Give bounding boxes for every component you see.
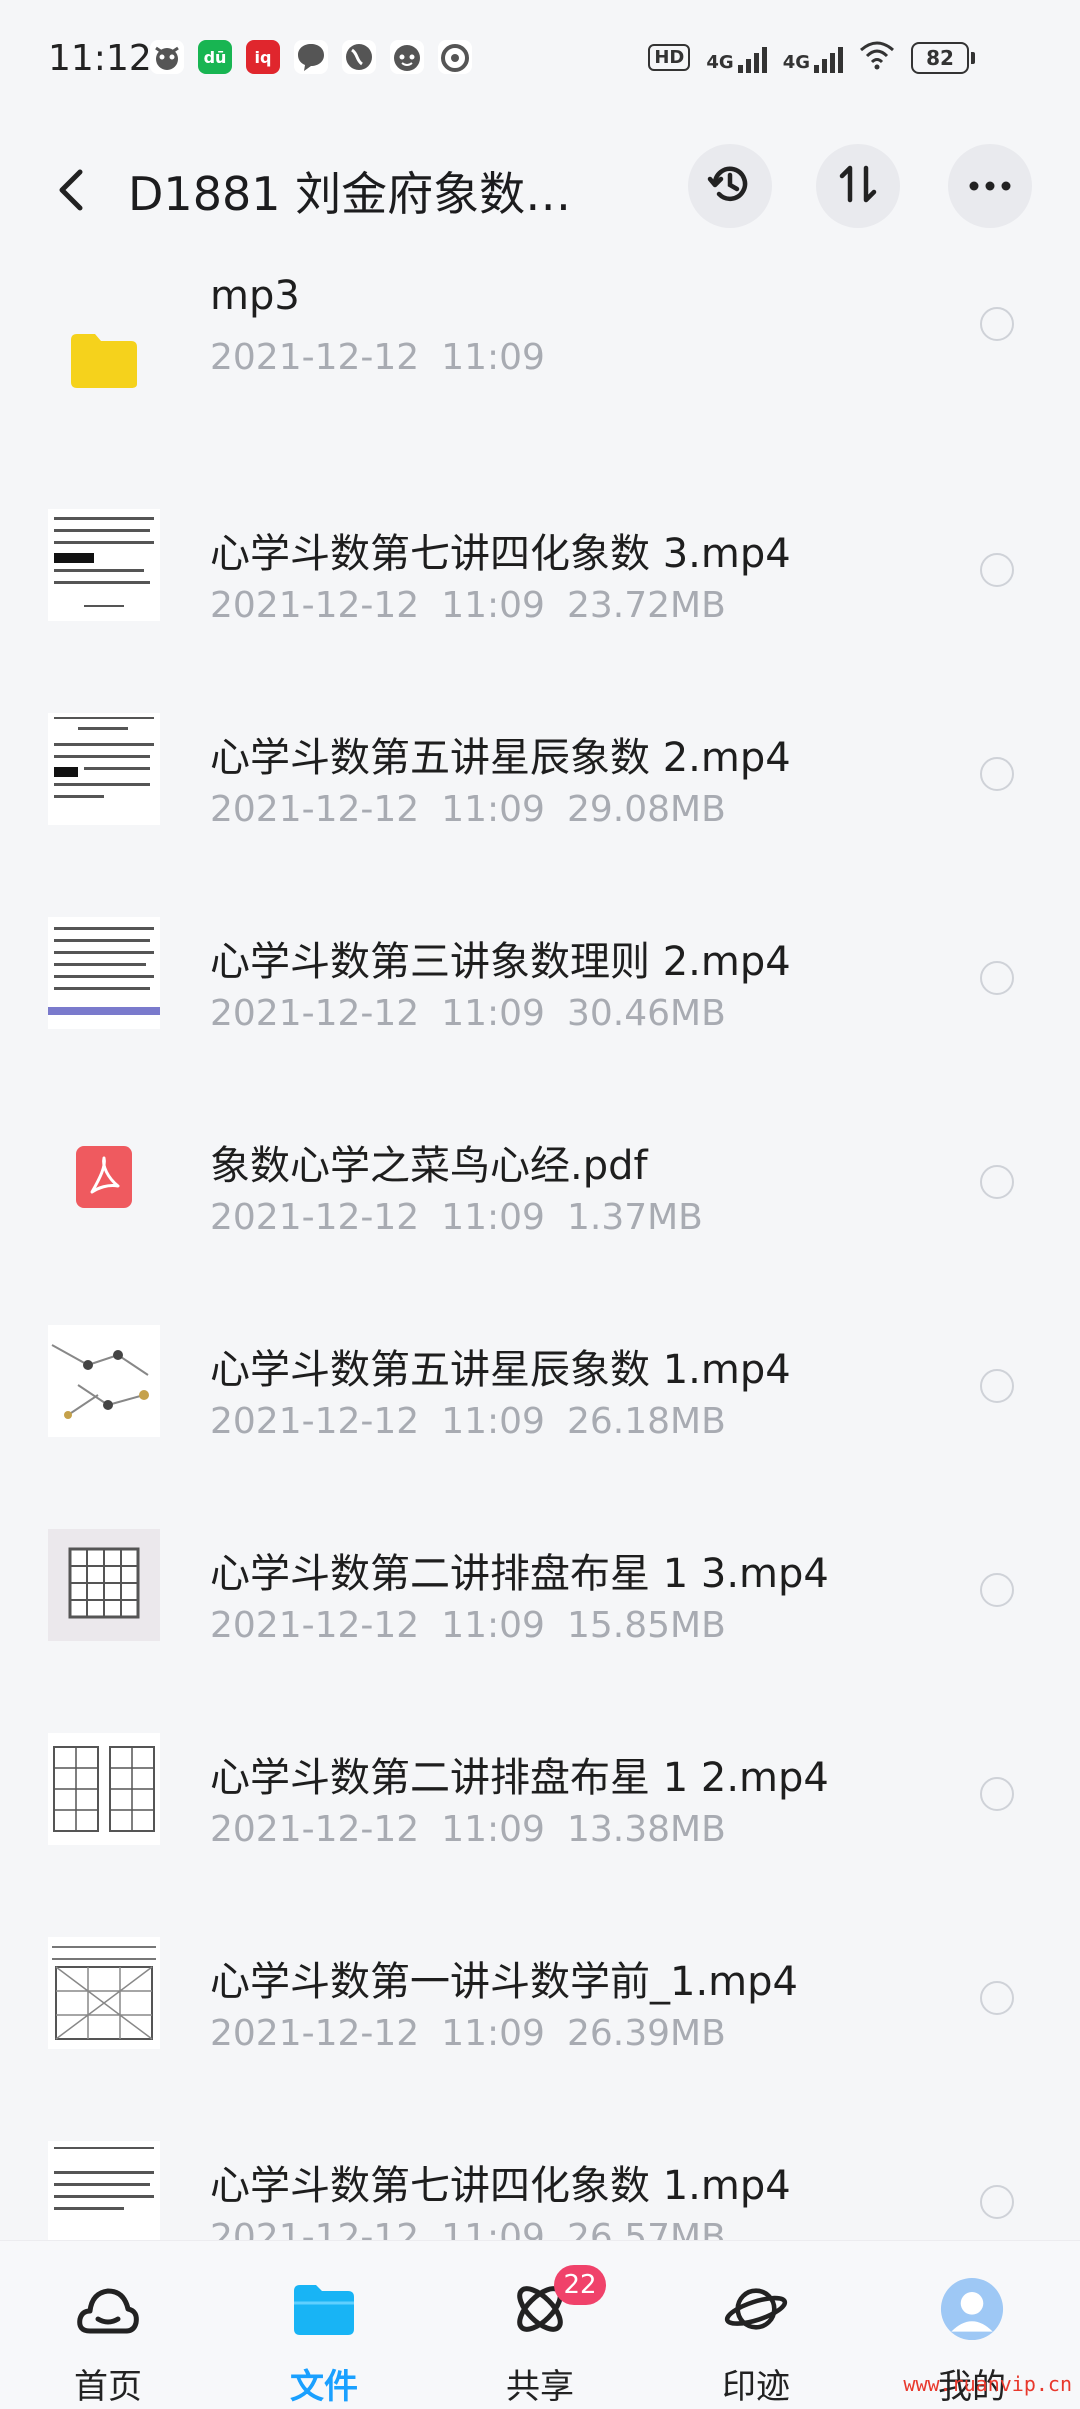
battery-icon: 82 <box>911 41 975 74</box>
sort-button[interactable] <box>816 144 900 228</box>
file-name: 心学斗数第一讲斗数学前_1.mp4 <box>210 1959 798 2005</box>
file-name: 心学斗数第二讲排盘布星 1 3.mp4 <box>210 1551 829 1597</box>
video-thumbnail <box>48 1529 160 1641</box>
file-meta: 2021-12-12 11:09 29.08MB <box>210 789 726 830</box>
planet-icon <box>724 2277 788 2341</box>
file-name: 心学斗数第五讲星辰象数 1.mp4 <box>210 1347 791 1393</box>
video-thumbnail <box>48 713 160 825</box>
file-meta: 2021-12-12 11:09 13.38MB <box>210 1809 726 1850</box>
signal-icon <box>814 43 843 73</box>
home-cloud-icon <box>76 2277 140 2341</box>
status-time: 11:12 <box>48 38 152 79</box>
wifi-icon <box>859 40 895 75</box>
video-thumbnail <box>48 2141 160 2253</box>
swirl-icon <box>438 40 472 74</box>
history-icon <box>705 159 755 213</box>
file-name: 心学斗数第七讲四化象数 1.mp4 <box>210 2163 791 2209</box>
file-meta: 2021-12-12 11:09 26.39MB <box>210 2013 726 2054</box>
video-thumbnail <box>48 509 160 621</box>
top-bar: D1881 刘金府象数… <box>0 128 1080 258</box>
net-4g-1: 4G <box>706 43 767 73</box>
tab-traces[interactable]: 印迹 <box>648 2241 864 2409</box>
more-icon <box>968 177 1012 196</box>
avatar-icon <box>940 2277 1004 2341</box>
list-item[interactable]: 心学斗数第二讲排盘布星 1 3.mp4 2021-12-12 11:09 15.85… <box>0 1479 1080 1683</box>
list-item[interactable]: 心学斗数第二讲排盘布星 1 2.mp4 2021-12-12 11:09 13.38… <box>0 1683 1080 1887</box>
face-icon <box>390 40 424 74</box>
select-radio[interactable] <box>980 1981 1014 2015</box>
select-radio[interactable] <box>980 307 1014 341</box>
file-name: 象数心学之菜鸟心经.pdf <box>210 1143 648 1189</box>
select-radio[interactable] <box>980 961 1014 995</box>
select-radio[interactable] <box>980 757 1014 791</box>
sort-icon <box>836 162 880 210</box>
hd-badge: HD <box>648 44 691 71</box>
status-bar: 11:12 dū iq HD 4G 4G 82 <box>0 0 1080 120</box>
tab-share[interactable]: 22 共享 <box>432 2241 648 2409</box>
select-radio[interactable] <box>980 553 1014 587</box>
list-item[interactable]: 心学斗数第一讲斗数学前_1.mp4 2021-12-12 11:09 26.39MB <box>0 1887 1080 2091</box>
share-badge: 22 <box>554 2265 606 2305</box>
file-meta: 2021-12-12 11:09 23.72MB <box>210 585 726 626</box>
page-title: D1881 刘金府象数… <box>128 167 572 221</box>
list-item[interactable]: 心学斗数第七讲四化象数 3.mp4 2021-12-12 11:09 23.72MB <box>0 459 1080 663</box>
list-item[interactable]: 象数心学之菜鸟心经.pdf 2021-12-12 11:09 1.37MB <box>0 1071 1080 1275</box>
video-thumbnail <box>48 917 160 1029</box>
weibo-icon: iq <box>246 40 280 74</box>
folder-icon <box>48 305 160 417</box>
list-item[interactable]: 心学斗数第三讲象数理则 2.mp4 2021-12-12 11:09 30.46MB <box>0 867 1080 1071</box>
file-name: 心学斗数第三讲象数理则 2.mp4 <box>210 939 791 985</box>
chevron-left-icon[interactable] <box>42 160 102 220</box>
history-button[interactable] <box>688 144 772 228</box>
video-thumbnail <box>48 1733 160 1845</box>
file-name: 心学斗数第七讲四化象数 3.mp4 <box>210 531 791 577</box>
bird-icon <box>150 40 184 74</box>
du-icon: dū <box>198 40 232 74</box>
select-radio[interactable] <box>980 1777 1014 1811</box>
net-4g-2: 4G <box>783 43 843 73</box>
file-meta: 2021-12-12 11:09 <box>210 337 545 378</box>
watermark: www.ruanvip.cn <box>903 2372 1072 2396</box>
more-button[interactable] <box>948 144 1032 228</box>
select-radio[interactable] <box>980 1573 1014 1607</box>
tab-home[interactable]: 首页 <box>0 2241 216 2409</box>
video-thumbnail <box>48 1325 160 1437</box>
list-item[interactable]: mp3 2021-12-12 11:09 <box>0 255 1080 459</box>
select-radio[interactable] <box>980 1369 1014 1403</box>
file-meta: 2021-12-12 11:09 30.46MB <box>210 993 726 1034</box>
tab-files[interactable]: 文件 <box>216 2241 432 2409</box>
signal-icon <box>737 43 767 73</box>
select-radio[interactable] <box>980 1165 1014 1199</box>
list-item[interactable]: 心学斗数第五讲星辰象数 2.mp4 2021-12-12 11:09 29.08MB <box>0 663 1080 867</box>
system-indicators: HD 4G 4G 82 <box>648 40 975 75</box>
file-meta: 2021-12-12 11:09 15.85MB <box>210 1605 726 1646</box>
globe-icon <box>342 40 376 74</box>
video-thumbnail <box>48 1937 160 2049</box>
chat-icon <box>294 40 328 74</box>
file-name: 心学斗数第五讲星辰象数 2.mp4 <box>210 735 791 781</box>
list-item[interactable]: 心学斗数第五讲星辰象数 1.mp4 2021-12-12 11:09 26.18MB <box>0 1275 1080 1479</box>
file-meta: 2021-12-12 11:09 1.37MB <box>210 1197 703 1238</box>
pdf-icon <box>48 1121 160 1233</box>
folder-icon <box>292 2277 356 2341</box>
file-name: 心学斗数第二讲排盘布星 1 2.mp4 <box>210 1755 829 1801</box>
notification-icons: dū iq <box>150 40 472 74</box>
file-name: mp3 <box>210 273 300 319</box>
file-meta: 2021-12-12 11:09 26.18MB <box>210 1401 726 1442</box>
select-radio[interactable] <box>980 2185 1014 2219</box>
